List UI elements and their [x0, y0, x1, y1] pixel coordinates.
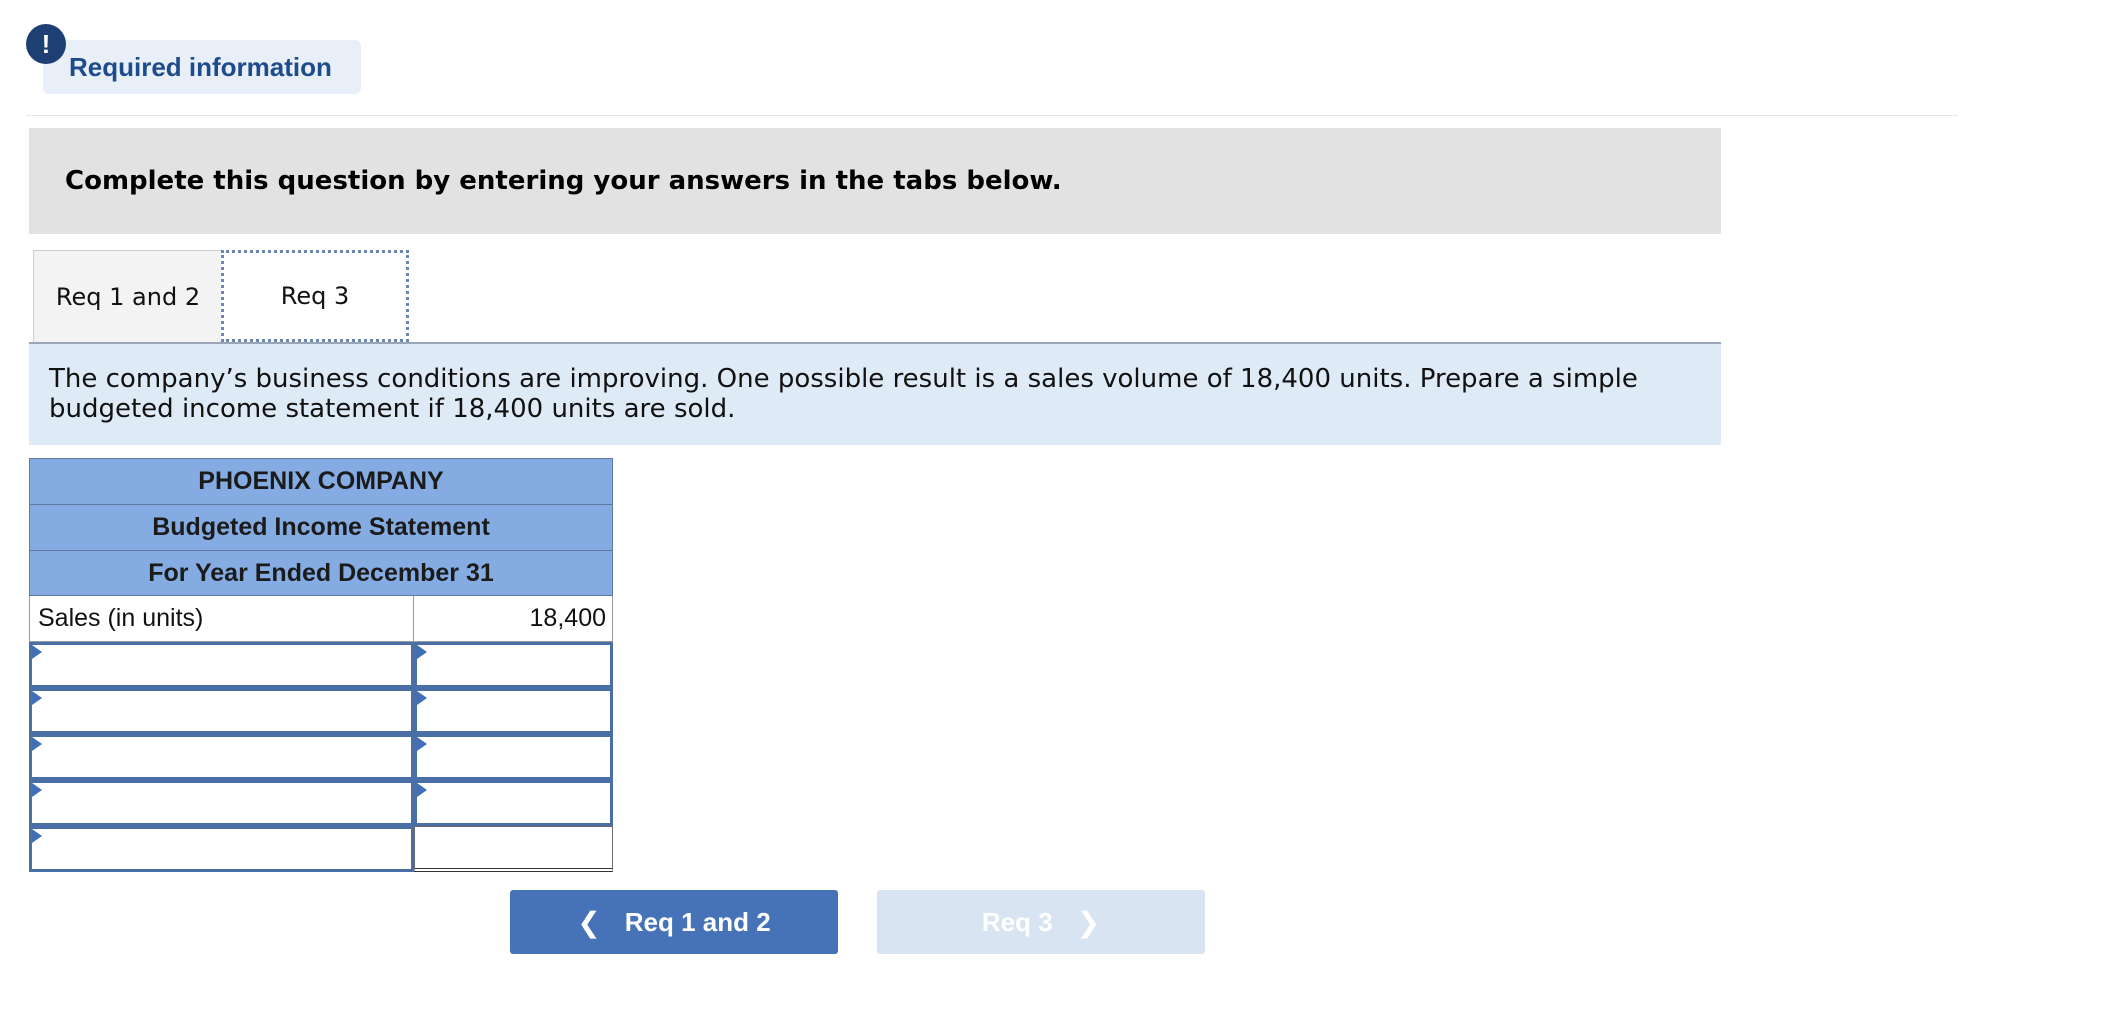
label-input-3[interactable] — [29, 734, 414, 780]
income-statement-table: PHOENIX COMPANY Budgeted Income Statemen… — [29, 458, 613, 872]
amount-input-2[interactable] — [414, 688, 613, 734]
tab-req-1-and-2[interactable]: Req 1 and 2 — [33, 250, 223, 342]
next-tab-button: Req 3 ❯ — [877, 890, 1205, 954]
label-input-5[interactable] — [29, 826, 414, 872]
prev-button-label: Req 1 and 2 — [624, 906, 771, 937]
divider — [26, 115, 1958, 116]
sales-label: Sales (in units) — [29, 596, 414, 642]
chevron-right-icon: ❯ — [1076, 906, 1101, 938]
net-income-total — [414, 826, 613, 872]
statement-title: Budgeted Income Statement — [29, 504, 613, 550]
amount-input-3[interactable] — [414, 734, 613, 780]
required-info-label[interactable]: Required information — [43, 40, 361, 94]
table-row — [29, 734, 613, 780]
alert-icon: ! — [26, 24, 66, 64]
page: ! Required information Complete this que… — [0, 0, 2103, 1019]
amount-input-1[interactable] — [414, 642, 613, 688]
tab-label: Req 3 — [280, 282, 350, 310]
table-row — [29, 688, 613, 734]
table-row — [29, 826, 613, 872]
company-name: PHOENIX COMPANY — [29, 458, 613, 504]
sales-value: 18,400 — [414, 596, 613, 642]
table-row — [29, 642, 613, 688]
instruction-box: Complete this question by entering your … — [29, 128, 1721, 234]
label-input-2[interactable] — [29, 688, 414, 734]
next-button-label: Req 3 — [981, 906, 1053, 937]
prev-tab-button[interactable]: ❮ Req 1 and 2 — [510, 890, 838, 954]
tab-label: Req 1 and 2 — [55, 282, 201, 311]
question-text-box: The company’s business conditions are im… — [29, 344, 1721, 445]
label-input-4[interactable] — [29, 780, 414, 826]
table-row — [29, 780, 613, 826]
amount-input-4[interactable] — [414, 780, 613, 826]
chevron-left-icon: ❮ — [577, 906, 601, 938]
label-input-1[interactable] — [29, 642, 414, 688]
tab-req-3[interactable]: Req 3 — [221, 250, 409, 342]
table-row-sales: Sales (in units) 18,400 — [29, 596, 613, 642]
question-text: The company’s business conditions are im… — [49, 364, 1638, 424]
statement-period: For Year Ended December 31 — [29, 550, 613, 596]
instruction-text: Complete this question by entering your … — [65, 166, 1062, 196]
